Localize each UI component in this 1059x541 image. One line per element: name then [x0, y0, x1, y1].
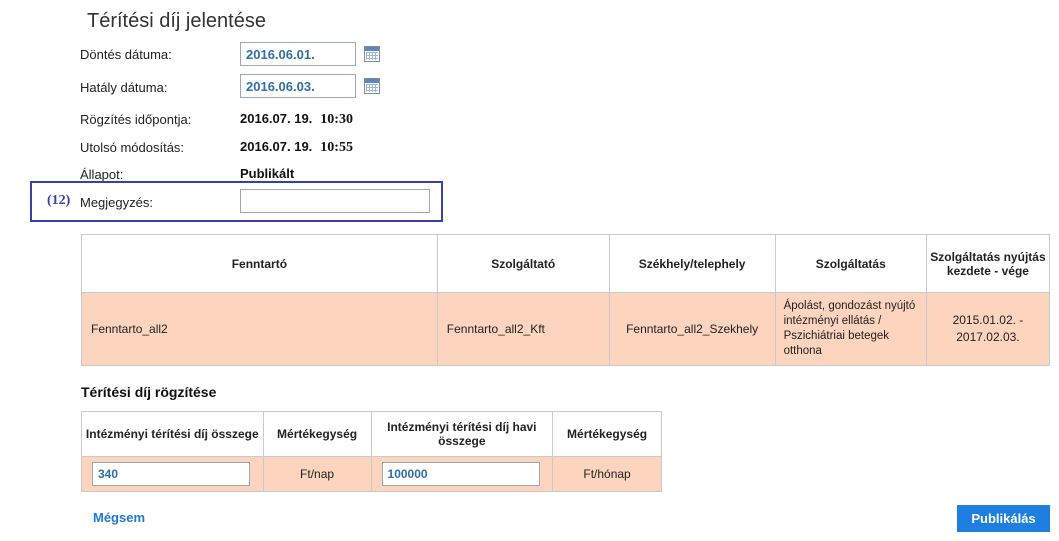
decision-date-input[interactable]	[240, 42, 356, 66]
decision-date-label: Döntés dátuma:	[80, 47, 172, 62]
header-daily-unit: Mértékegység	[262, 411, 372, 457]
calendar-icon[interactable]	[364, 78, 380, 94]
header-szolgaltatas: Szolgáltatás	[774, 234, 927, 293]
effective-date-input[interactable]	[240, 74, 356, 98]
header-daily-amount: Intézményi térítési díj összege	[81, 411, 264, 457]
last-modified-time: 10:55	[320, 140, 353, 155]
cell-szekhely: Fenntarto_all2_Szekhely	[608, 292, 776, 366]
recorded-at-label: Rögzítés időpontja:	[80, 112, 192, 127]
fee-section-title: Térítési díj rögzítése	[81, 384, 217, 400]
provider-table-header: Fenntartó Szolgáltató Székhely/telephely…	[81, 234, 1051, 293]
cell-monthly-amount	[370, 456, 554, 492]
cell-daily-amount	[81, 456, 264, 492]
note-label: Megjegyzés:	[80, 195, 153, 210]
fee-table-header: Intézményi térítési díj összege Mértékeg…	[81, 411, 662, 457]
last-modified-value: 2016.07. 19. 10:55	[240, 139, 353, 156]
last-modified-label: Utolsó módosítás:	[80, 140, 185, 155]
recorded-at-time: 10:30	[320, 112, 353, 127]
cell-period: 2015.01.02. - 2017.02.03.	[925, 292, 1051, 366]
status-value: Publikált	[240, 166, 295, 181]
table-row: Ft/nap Ft/hónap	[81, 456, 662, 492]
note-input[interactable]	[240, 189, 430, 213]
cell-daily-unit: Ft/nap	[262, 456, 372, 492]
note-annotation-tag: (12)	[47, 193, 71, 208]
calendar-icon[interactable]	[364, 46, 380, 62]
publish-button[interactable]: Publikálás	[957, 505, 1050, 532]
header-monthly-amount: Intézményi térítési díj havi összege	[370, 411, 554, 457]
fee-table: Intézményi térítési díj összege Mértékeg…	[81, 411, 662, 492]
header-monthly-unit: Mértékegység	[552, 411, 662, 457]
header-szolgaltato: Szolgáltató	[436, 234, 610, 293]
last-modified-date: 2016.07. 19.	[240, 139, 313, 154]
recorded-at-date: 2016.07. 19.	[240, 111, 313, 126]
page-title: Térítési díj jelentése	[87, 10, 266, 32]
cell-monthly-unit: Ft/hónap	[552, 456, 662, 492]
effective-date-label: Hatály dátuma:	[80, 80, 168, 95]
monthly-fee-input[interactable]	[381, 462, 540, 486]
daily-fee-input[interactable]	[92, 462, 250, 486]
header-fenntarto: Fenntartó	[81, 234, 438, 293]
provider-table: Fenntartó Szolgáltató Székhely/telephely…	[81, 234, 1051, 366]
status-label: Állapot:	[80, 167, 124, 182]
header-szekhely: Székhely/telephely	[608, 234, 776, 293]
header-period: Szolgáltatás nyújtás kezdete - vége	[925, 234, 1051, 293]
cancel-link[interactable]: Mégsem	[93, 510, 145, 525]
cell-szolgaltatas: Ápolást, gondozást nyújtó intézményi ell…	[774, 292, 927, 366]
table-row: Fenntarto_all2 Fenntarto_all2_Kft Fennta…	[81, 292, 1051, 366]
cell-fenntarto: Fenntarto_all2	[81, 292, 438, 366]
recorded-at-value: 2016.07. 19. 10:30	[240, 111, 353, 128]
cell-szolgaltato: Fenntarto_all2_Kft	[436, 292, 610, 366]
